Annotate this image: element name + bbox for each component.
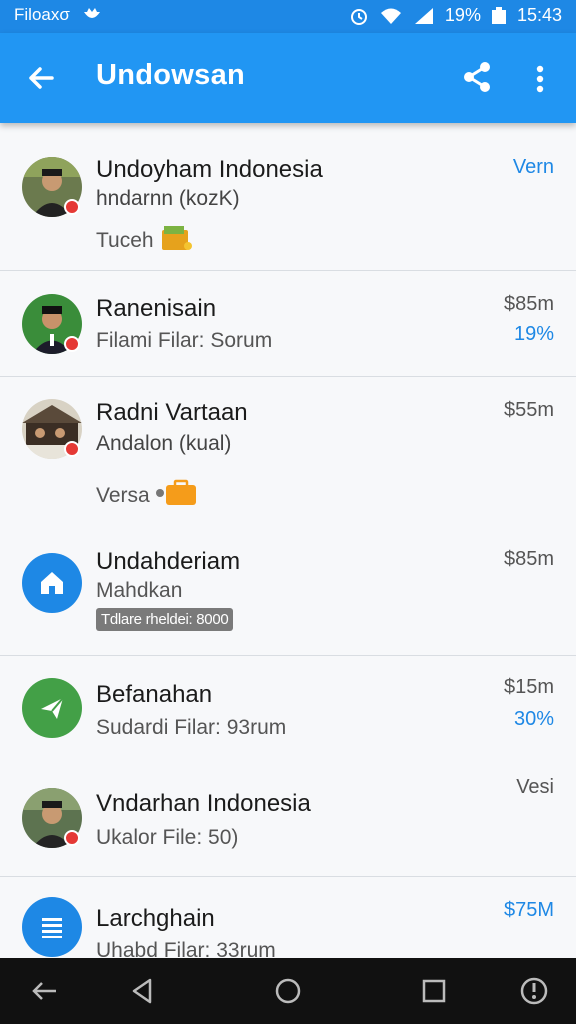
item-extra-label: Versa bbox=[96, 484, 150, 507]
item-tag: Tdlare rheldei: 8000 bbox=[96, 608, 234, 631]
nav-recents-icon[interactable] bbox=[418, 975, 450, 1007]
item-extra-label: Tuceh bbox=[96, 229, 154, 252]
notification-badge bbox=[64, 336, 80, 352]
avatar bbox=[22, 788, 82, 848]
nav-power-icon[interactable] bbox=[518, 975, 550, 1007]
alarm-icon bbox=[349, 6, 369, 26]
item-subtitle: Uhabd Filar: 33rum bbox=[96, 939, 276, 958]
item-percent: 19% bbox=[513, 323, 554, 345]
item-price: $55m bbox=[503, 399, 554, 421]
item-name: Ranenisain bbox=[96, 295, 217, 322]
avatar bbox=[22, 294, 82, 354]
notification-badge bbox=[64, 830, 80, 846]
item-price: $85m bbox=[503, 548, 554, 570]
share-icon[interactable] bbox=[462, 61, 492, 93]
item-name: Vndarhan Indonesia bbox=[96, 790, 311, 817]
list-item[interactable]: Undahderiam Mahdkan Tdlare rheldei: 8000… bbox=[0, 523, 576, 655]
item-price: $85m bbox=[503, 293, 554, 315]
document-icon bbox=[22, 897, 82, 957]
folder-icon bbox=[160, 224, 194, 258]
notification-badge bbox=[64, 199, 80, 215]
notification-badge bbox=[64, 441, 80, 457]
item-percent: 30% bbox=[513, 708, 554, 730]
item-price: $15m bbox=[503, 676, 554, 698]
item-subtitle: Filami Filar: Sorum bbox=[96, 329, 273, 352]
system-navigation-bar bbox=[0, 958, 576, 1024]
item-extra: Tuceh bbox=[96, 224, 194, 258]
battery-percent: 19% bbox=[444, 5, 481, 25]
item-name: Undahderiam bbox=[96, 548, 241, 575]
send-icon bbox=[22, 678, 82, 738]
item-list: Undoyham Indonesia hndarnn (kozK) Tuceh … bbox=[0, 123, 576, 958]
avatar bbox=[22, 399, 82, 459]
carrier-label: Filoaxσ bbox=[14, 5, 70, 24]
status-bar: Filoaxσ 19% 15:43 bbox=[0, 0, 576, 33]
item-price: $75M bbox=[503, 899, 554, 921]
item-price: Vesi bbox=[516, 776, 554, 798]
item-subtitle: hndarnn (kozK) bbox=[96, 187, 240, 210]
nav-back-triangle-icon[interactable] bbox=[128, 975, 160, 1007]
briefcase-icon bbox=[155, 479, 198, 513]
wifi-icon bbox=[379, 6, 403, 26]
nav-home-icon[interactable] bbox=[272, 975, 304, 1007]
item-subtitle: Mahdkan bbox=[96, 579, 183, 602]
item-extra: Versa bbox=[96, 479, 198, 513]
list-item[interactable]: Befanahan Sudardi Filar: 93rum $15m 30% bbox=[0, 656, 576, 766]
item-name: Befanahan bbox=[96, 681, 213, 708]
item-name: Larchghain bbox=[96, 905, 215, 932]
notification-icon bbox=[82, 6, 102, 24]
item-subtitle: Ukalor File: 50) bbox=[96, 826, 239, 849]
home-icon bbox=[22, 553, 82, 613]
more-options-icon[interactable] bbox=[528, 63, 552, 95]
page-title: Undowsan bbox=[96, 59, 246, 91]
back-arrow-icon[interactable] bbox=[24, 61, 58, 95]
list-item[interactable]: Ranenisain Filami Filar: Sorum $85m 19% bbox=[0, 271, 576, 376]
item-subtitle: Sudardi Filar: 93rum bbox=[96, 716, 287, 739]
clock-time: 15:43 bbox=[516, 5, 562, 25]
battery-icon bbox=[491, 6, 507, 25]
nav-back-arrow-icon[interactable] bbox=[28, 975, 60, 1007]
app-bar: Undowsan bbox=[0, 33, 576, 123]
list-item[interactable]: Radni Vartaan Andalon (kual) Versa $55m bbox=[0, 377, 576, 509]
item-name: Radni Vartaan bbox=[96, 399, 248, 426]
signal-icon bbox=[413, 6, 435, 26]
list-item[interactable]: Vndarhan Indonesia Ukalor File: 50) Vesi bbox=[0, 766, 576, 876]
avatar bbox=[22, 157, 82, 217]
list-item[interactable]: Undoyham Indonesia hndarnn (kozK) Tuceh … bbox=[0, 123, 576, 270]
item-subtitle: Andalon (kual) bbox=[96, 432, 232, 455]
item-price: Vern bbox=[512, 156, 554, 178]
item-name: Undoyham Indonesia bbox=[96, 156, 323, 183]
list-item[interactable]: Larchghain Uhabd Filar: 33rum $75M bbox=[0, 877, 576, 958]
